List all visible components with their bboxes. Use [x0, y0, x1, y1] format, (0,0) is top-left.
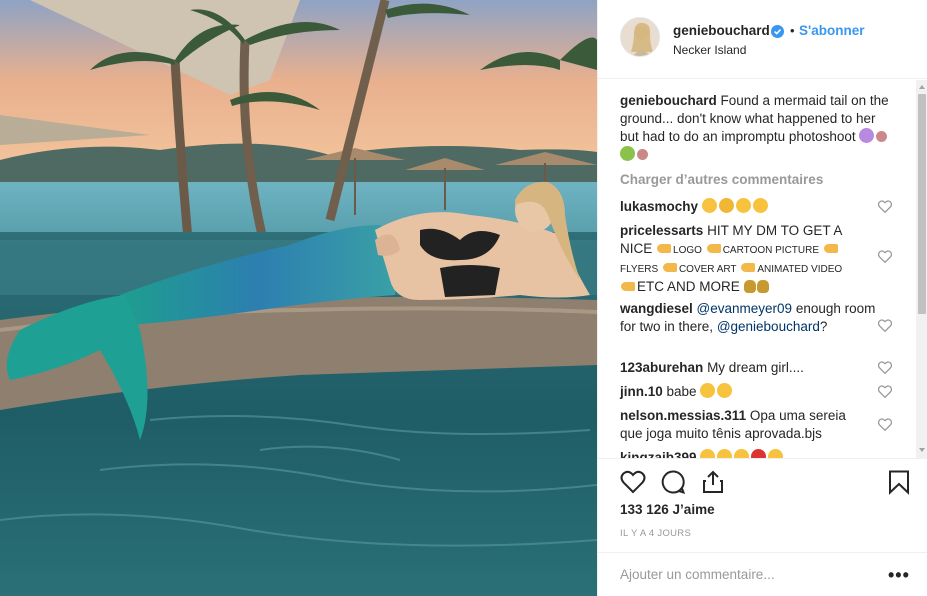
- comment-item: kingzaib399: [620, 449, 860, 458]
- location-link[interactable]: Necker Island: [673, 43, 746, 57]
- comment-text-part: FLYERS: [620, 264, 659, 275]
- comment-mention[interactable]: @geniebouchard: [717, 319, 820, 334]
- add-comment-input[interactable]: [620, 567, 880, 582]
- heart-icon[interactable]: [620, 469, 646, 495]
- comment-item: wangdiesel @evanmeyer09 enough room for …: [620, 300, 880, 336]
- photo-scene: [0, 0, 597, 596]
- comment-item: pricelessarts HIT MY DM TO GET A NICE LO…: [620, 222, 860, 296]
- post-username[interactable]: geniebouchard: [673, 23, 770, 38]
- comment-mention[interactable]: @evanmeyer09: [697, 301, 793, 316]
- comment-username[interactable]: wangdiesel: [620, 301, 693, 316]
- comment-username[interactable]: jinn.10: [620, 384, 663, 399]
- comment-item: jinn.10 babe: [620, 383, 860, 401]
- avatar[interactable]: [620, 17, 660, 57]
- comment-username[interactable]: kingzaib399: [620, 450, 697, 458]
- more-options-button[interactable]: •••: [888, 565, 910, 586]
- comment-bubble-icon[interactable]: [660, 469, 686, 495]
- comment-text: My dream girl....: [707, 360, 804, 375]
- bookmark-icon[interactable]: [886, 469, 912, 495]
- post-timestamp[interactable]: IL Y A 4 JOURS: [620, 528, 691, 539]
- post-header: geniebouchard • S'abonner Necker Island: [598, 0, 927, 79]
- separator-dot: •: [790, 23, 795, 38]
- comment-username[interactable]: lukasmochy: [620, 199, 698, 214]
- scroll-up-arrow-icon[interactable]: [918, 83, 926, 91]
- post-side-panel: geniebouchard • S'abonner Necker Island …: [597, 0, 927, 596]
- comment-item: 123aburehan My dream girl....: [620, 359, 860, 377]
- post-actions-bar: [598, 458, 927, 503]
- scroll-down-arrow-icon[interactable]: [918, 446, 926, 454]
- comment-text: babe: [666, 384, 697, 399]
- comment-username[interactable]: 123aburehan: [620, 360, 703, 375]
- comment-text-part: CARTOON PICTURE: [722, 245, 820, 256]
- comment-username[interactable]: pricelessarts: [620, 223, 703, 238]
- load-more-comments-button[interactable]: Charger d’autres commentaires: [620, 172, 823, 187]
- comment-like-heart-icon[interactable]: [878, 418, 892, 431]
- post-caption: geniebouchard Found a mermaid tail on th…: [620, 92, 895, 164]
- comment-like-heart-icon[interactable]: [878, 361, 892, 374]
- follow-button[interactable]: S'abonner: [799, 23, 864, 38]
- comment-text-part: LOGO: [673, 245, 702, 256]
- like-count[interactable]: 133 126 J’aime: [620, 502, 715, 517]
- comment-text-tail: ?: [819, 319, 828, 334]
- comment-text-part: COVER ART: [678, 264, 737, 275]
- comments-scrollbar[interactable]: [916, 80, 927, 458]
- comment-like-heart-icon[interactable]: [878, 385, 892, 398]
- comment-text-part: ANIMATED VIDEO: [757, 264, 843, 275]
- verified-badge-icon: [771, 25, 784, 38]
- share-icon[interactable]: [700, 469, 726, 495]
- comment-like-heart-icon[interactable]: [878, 319, 892, 332]
- comment-like-heart-icon[interactable]: [878, 200, 892, 213]
- comment-like-heart-icon[interactable]: [878, 250, 892, 263]
- comment-username[interactable]: nelson.messias.311: [620, 408, 746, 423]
- comment-item: nelson.messias.311 Opa uma sereia que jo…: [620, 407, 860, 443]
- comment-emojis: [701, 198, 770, 214]
- comments-list[interactable]: geniebouchard Found a mermaid tail on th…: [598, 80, 927, 458]
- post-photo[interactable]: [0, 0, 597, 596]
- comment-item: lukasmochy: [620, 198, 860, 216]
- comment-text-part: ETC AND MORE: [637, 279, 740, 294]
- add-comment-section: •••: [598, 552, 927, 596]
- caption-username[interactable]: geniebouchard: [620, 93, 717, 108]
- scrollbar-thumb[interactable]: [918, 94, 926, 314]
